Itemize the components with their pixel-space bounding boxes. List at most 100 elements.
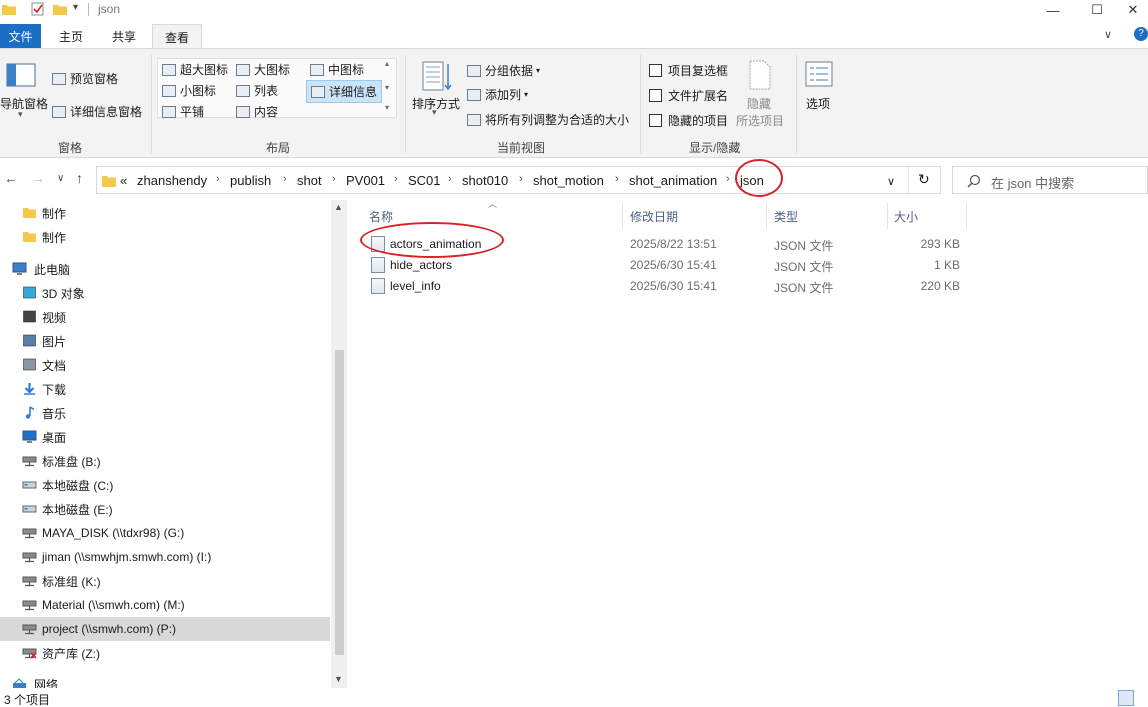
address-bar[interactable]: « zhanshendy › publish › shot › PV001 › SC01 › sho… <box>96 166 941 194</box>
breadcrumb-item[interactable]: SC01 <box>408 173 441 188</box>
column-header-type[interactable]: 类型 <box>774 208 798 225</box>
breadcrumb-overflow[interactable]: « <box>120 173 127 188</box>
sort-by-dropdown-icon[interactable]: ▾ <box>432 107 437 118</box>
sidebar-item[interactable]: 视频 <box>0 305 330 329</box>
new-folder-icon[interactable] <box>53 2 67 16</box>
column-divider[interactable] <box>966 203 967 229</box>
layout-scroll-up-icon[interactable]: ▴ <box>385 59 389 68</box>
tab-view[interactable]: 查看 <box>152 24 202 49</box>
hidden-items-checkbox[interactable] <box>649 114 662 127</box>
recent-locations-button[interactable]: ∨ <box>57 173 64 184</box>
column-divider[interactable] <box>622 203 623 229</box>
column-header-size[interactable]: 大小 <box>894 208 918 225</box>
breadcrumb-chevron-icon[interactable]: › <box>615 173 619 185</box>
sidebar-item[interactable]: MAYA_DISK (\\tdxr98) (G:) <box>0 521 330 545</box>
small-icons-option[interactable]: 小图标 <box>162 82 216 99</box>
breadcrumb-chevron-icon[interactable]: › <box>394 173 398 185</box>
sidebar-item[interactable]: 下载 <box>0 377 330 401</box>
sidebar-item[interactable]: 资产库 (Z:) <box>0 641 330 665</box>
column-divider[interactable] <box>766 203 767 229</box>
minimize-button[interactable]: — <box>1030 0 1076 20</box>
medium-icons-option[interactable]: 中图标 <box>310 61 364 78</box>
sidebar-item[interactable]: 图片 <box>0 329 330 353</box>
options-button[interactable]: 选项 <box>806 95 830 112</box>
details-view-toggle-icon[interactable] <box>1118 690 1134 706</box>
forward-button[interactable]: → <box>31 170 45 186</box>
details-pane-button[interactable]: 详细信息窗格 <box>52 103 142 120</box>
breadcrumb-item[interactable]: shot_motion <box>533 173 604 188</box>
extra-large-icons-option[interactable]: 超大图标 <box>162 61 228 78</box>
file-extensions-toggle[interactable]: 文件扩展名 <box>649 87 728 104</box>
sidebar-item[interactable]: 桌面 <box>0 425 330 449</box>
content-option[interactable]: 内容 <box>236 103 278 120</box>
small-icons-icon <box>162 84 176 97</box>
properties-icon[interactable] <box>31 2 45 16</box>
sidebar-item[interactable]: 文档 <box>0 353 330 377</box>
refresh-button[interactable]: ↻ <box>918 171 930 188</box>
tab-share[interactable]: 共享 <box>101 24 147 49</box>
tab-file[interactable]: 文件 <box>0 24 41 49</box>
sidebar-item[interactable]: 标准组 (K:) <box>0 569 330 593</box>
breadcrumb-chevron-icon[interactable]: › <box>332 173 336 185</box>
breadcrumb-item[interactable]: shot010 <box>462 173 508 188</box>
sidebar-item[interactable]: 网络 <box>0 672 330 688</box>
search-input[interactable]: 在 json 中搜索 <box>991 173 1074 192</box>
column-header-date[interactable]: 修改日期 <box>630 208 678 225</box>
breadcrumb-item[interactable]: publish <box>230 173 271 188</box>
sidebar-item[interactable]: project (\\smwh.com) (P:) <box>0 617 330 641</box>
close-button[interactable]: ✕ <box>1118 0 1148 20</box>
large-icons-option[interactable]: 大图标 <box>236 61 290 78</box>
breadcrumb-item[interactable]: PV001 <box>346 173 385 188</box>
layout-more-icon[interactable]: ▾ <box>385 103 389 112</box>
search-box[interactable]: 在 json 中搜索 <box>952 166 1148 194</box>
tab-home[interactable]: 主页 <box>48 24 94 49</box>
item-checkboxes-checkbox[interactable] <box>649 64 662 77</box>
navigation-pane-button[interactable]: 导航窗格 <box>0 95 48 112</box>
navigation-pane-dropdown-icon[interactable]: ▾ <box>18 109 23 120</box>
table-row[interactable]: level_info 2025/6/30 15:41 JSON 文件 220 KB <box>366 276 966 297</box>
add-columns-button[interactable]: 添加列 ▾ <box>467 86 528 103</box>
file-extensions-checkbox[interactable] <box>649 89 662 102</box>
column-header-name[interactable]: 名称 <box>369 208 393 225</box>
sidebar-item[interactable]: 制作 <box>0 225 330 249</box>
address-history-dropdown[interactable]: ∨ <box>887 175 895 188</box>
up-button[interactable]: ↑ <box>76 170 83 186</box>
preview-pane-button[interactable]: 预览窗格 <box>52 70 118 87</box>
table-row[interactable]: hide_actors 2025/6/30 15:41 JSON 文件 1 KB <box>366 255 966 276</box>
sidebar-item[interactable]: 本地磁盘 (E:) <box>0 497 330 521</box>
scroll-thumb[interactable] <box>335 350 344 655</box>
details-option[interactable]: 详细信息 <box>306 80 383 103</box>
customize-quick-access-icon[interactable]: ▾ <box>73 2 87 16</box>
group-by-button[interactable]: 分组依据 ▾ <box>467 62 540 79</box>
breadcrumb-chevron-icon[interactable]: › <box>726 173 730 185</box>
sidebar-item[interactable]: 音乐 <box>0 401 330 425</box>
breadcrumb-chevron-icon[interactable]: › <box>216 173 220 185</box>
item-checkboxes-toggle[interactable]: 项目复选框 <box>649 62 728 79</box>
breadcrumb-chevron-icon[interactable]: › <box>283 173 287 185</box>
layout-scroll-down-icon[interactable]: ▾ <box>385 83 389 92</box>
scroll-up-arrow[interactable]: ▲ <box>334 202 343 212</box>
sidebar-item[interactable]: 此电脑 <box>0 257 330 281</box>
sidebar-item[interactable]: Material (\\smwh.com) (M:) <box>0 593 330 617</box>
hidden-items-toggle[interactable]: 隐藏的项目 <box>649 112 728 129</box>
collapse-ribbon-icon[interactable]: ∨ <box>1104 28 1112 41</box>
help-icon[interactable]: ? <box>1134 27 1148 41</box>
sidebar-item[interactable]: jiman (\\smwhjm.smwh.com) (I:) <box>0 545 330 569</box>
sidebar-item[interactable]: 本地磁盘 (C:) <box>0 473 330 497</box>
breadcrumb-item[interactable]: shot <box>297 173 322 188</box>
list-option[interactable]: 列表 <box>236 82 278 99</box>
sidebar-item[interactable]: 标准盘 (B:) <box>0 449 330 473</box>
nav-pane-scrollbar[interactable]: ▲ ▼ <box>331 200 347 688</box>
column-divider[interactable] <box>887 203 888 229</box>
sidebar-item[interactable]: 制作 <box>0 201 330 225</box>
breadcrumb-chevron-icon[interactable]: › <box>519 173 523 185</box>
tiles-option[interactable]: 平铺 <box>162 103 204 120</box>
sidebar-item[interactable]: 3D 对象 <box>0 281 330 305</box>
size-all-columns-button[interactable]: 将所有列调整为合适的大小 <box>467 111 629 128</box>
breadcrumb-chevron-icon[interactable]: › <box>448 173 452 185</box>
breadcrumb-item[interactable]: zhanshendy <box>137 173 207 188</box>
scroll-down-arrow[interactable]: ▼ <box>334 674 343 684</box>
breadcrumb-item[interactable]: shot_animation <box>629 173 717 188</box>
back-button[interactable]: ← <box>4 170 18 186</box>
maximize-button[interactable]: ☐ <box>1074 0 1120 20</box>
